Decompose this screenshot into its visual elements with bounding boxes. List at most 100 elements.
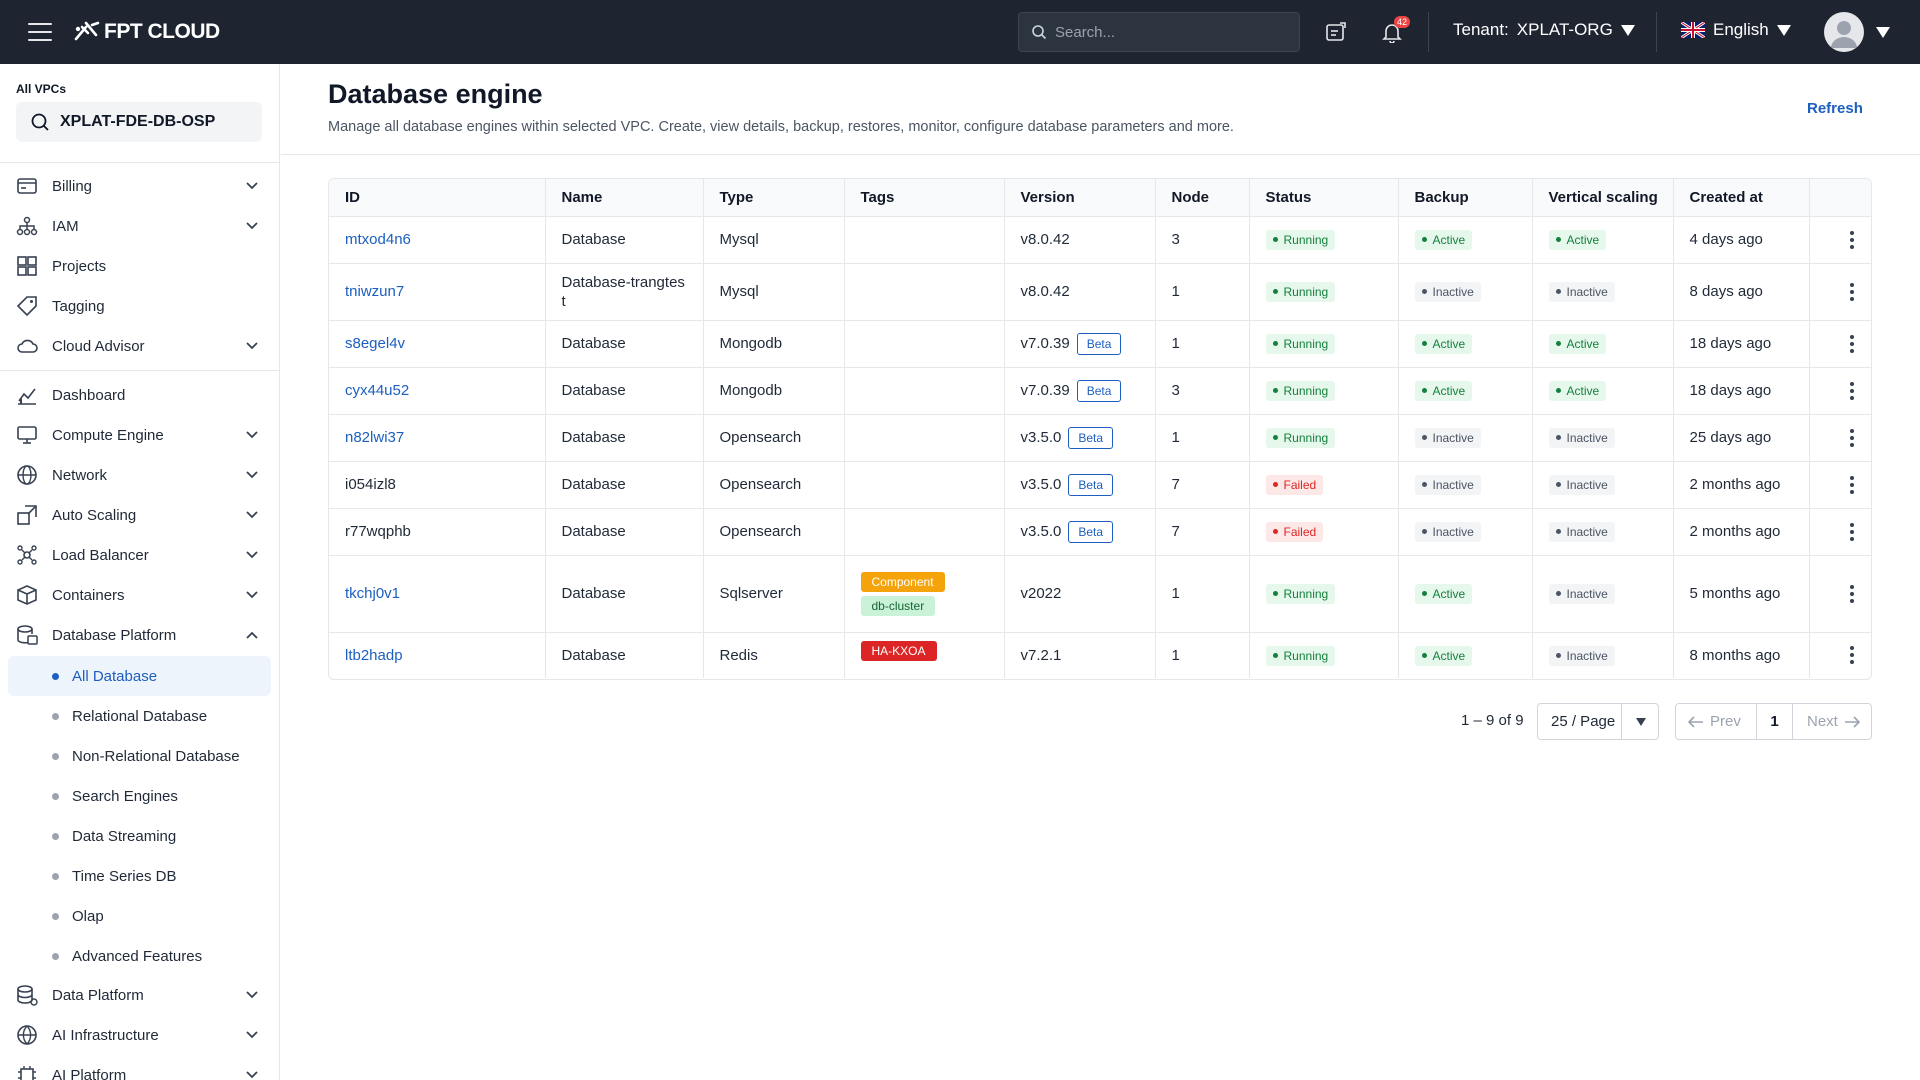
more-actions-icon[interactable]: [1842, 379, 1862, 403]
sidebar-item-billing[interactable]: Billing: [16, 168, 264, 204]
sidebar-item-ai-platform[interactable]: AI Platform: [16, 1057, 264, 1080]
sidebar-subitem-time-series-db[interactable]: Time Series DB: [8, 856, 271, 896]
more-actions-icon[interactable]: [1842, 643, 1862, 667]
more-actions-icon[interactable]: [1842, 473, 1862, 497]
chevron-down-icon[interactable]: [244, 218, 260, 238]
notification-bell[interactable]: 42: [1380, 16, 1410, 44]
more-actions-icon[interactable]: [1842, 582, 1862, 606]
backup-text: Active: [1432, 648, 1466, 663]
backup-badge: Inactive: [1414, 281, 1481, 302]
sidebar-subitem-data-streaming[interactable]: Data Streaming: [8, 816, 271, 856]
menu-icon[interactable]: [28, 23, 52, 41]
backup-badge: Active: [1414, 333, 1473, 354]
more-actions-icon[interactable]: [1842, 426, 1862, 450]
chevron-down-icon[interactable]: [244, 987, 260, 1007]
sidebar-item-containers[interactable]: Containers: [16, 577, 264, 613]
sidebar-item-dashboard[interactable]: Dashboard: [16, 377, 264, 413]
uk-flag-icon: [1681, 22, 1705, 38]
search-input[interactable]: [1055, 23, 1275, 41]
chevron-down-icon[interactable]: [244, 427, 260, 447]
database-id-link[interactable]: tkchj0v1: [345, 585, 400, 602]
container-icon: [16, 584, 38, 606]
sidebar-item-data-platform[interactable]: Data Platform: [16, 977, 264, 1013]
chevron-down-icon[interactable]: [244, 178, 260, 198]
tenant-selector[interactable]: Tenant: XPLAT-ORG: [1453, 20, 1635, 40]
chevron-down-icon[interactable]: [244, 467, 260, 487]
status-text: Running: [1283, 430, 1329, 445]
support-ticket-icon[interactable]: [1324, 20, 1348, 44]
database-id-link[interactable]: ltb2hadp: [345, 647, 403, 664]
chevron-down-icon[interactable]: [244, 507, 260, 527]
sidebar-item-compute-engine[interactable]: Compute Engine: [16, 417, 264, 453]
sidebar-item-label: AI Platform: [52, 1066, 127, 1080]
beta-badge: Beta: [1076, 379, 1122, 402]
logo-mark-icon: [74, 21, 100, 41]
sidebar-subitem-all-database[interactable]: All Database: [8, 656, 271, 696]
vertical-scaling-badge: Active: [1548, 333, 1607, 354]
sidebar-subitem-advanced-features[interactable]: Advanced Features: [8, 936, 271, 976]
vpc-selector[interactable]: XPLAT-FDE-DB-OSP: [16, 102, 262, 142]
status-badge: Running: [1265, 645, 1336, 666]
ai-platform-icon: [16, 1064, 38, 1080]
cell-backup: Inactive: [1398, 263, 1533, 321]
status-text: Running: [1283, 232, 1329, 247]
cell-status: Running: [1249, 216, 1399, 264]
table-row: s8egel4v Database Mongodb v7.0.39 Beta 1 Runni…: [329, 320, 1871, 368]
more-actions-icon[interactable]: [1842, 280, 1862, 304]
language-selector[interactable]: English: [1681, 20, 1791, 40]
prev-page-button[interactable]: Prev: [1676, 704, 1757, 739]
page-size-select[interactable]: 25 / Page: [1537, 703, 1659, 740]
refresh-button[interactable]: Refresh: [1807, 100, 1863, 117]
status-dot: [1421, 482, 1427, 488]
chevron-up-icon[interactable]: [244, 627, 260, 647]
sidebar-item-network[interactable]: Network: [16, 457, 264, 493]
sidebar-item-tagging[interactable]: Tagging: [16, 288, 264, 324]
sidebar-item-iam[interactable]: IAM: [16, 208, 264, 244]
cell-version: v7.2.1: [1004, 632, 1156, 678]
logo[interactable]: FPT CLOUD: [74, 20, 220, 44]
vpc-value: XPLAT-FDE-DB-OSP: [60, 113, 216, 130]
chevron-down-icon[interactable]: [244, 338, 260, 358]
sidebar-subitem-search-engines[interactable]: Search Engines: [8, 776, 271, 816]
cell-vertical-scaling: Inactive: [1532, 632, 1674, 678]
status-badge: Running: [1265, 333, 1336, 354]
cell-name: Database: [545, 508, 704, 556]
database-id-link[interactable]: mtxod4n6: [345, 231, 411, 248]
status-dot: [1421, 435, 1427, 441]
database-id-link[interactable]: n82lwi37: [345, 429, 404, 446]
cell-vertical-scaling: Inactive: [1532, 414, 1674, 462]
page-number-button[interactable]: 1: [1757, 704, 1793, 739]
more-actions-icon[interactable]: [1842, 520, 1862, 544]
database-id-link[interactable]: cyx44u52: [345, 382, 409, 399]
database-id-link[interactable]: s8egel4v: [345, 335, 405, 352]
avatar[interactable]: [1824, 12, 1864, 52]
status-dot: [1555, 435, 1561, 441]
sidebar-item-ai-infrastructure[interactable]: AI Infrastructure: [16, 1017, 264, 1053]
cell-created-at: 2 months ago: [1673, 508, 1810, 556]
sidebar-subitem-relational-database[interactable]: Relational Database: [8, 696, 271, 736]
more-actions-icon[interactable]: [1842, 228, 1862, 252]
cell-status: Running: [1249, 632, 1399, 678]
next-page-button[interactable]: Next: [1793, 704, 1871, 739]
sidebar-item-auto-scaling[interactable]: Auto Scaling: [16, 497, 264, 533]
cell-vertical-scaling: Active: [1532, 367, 1674, 415]
sidebar-item-cloud-advisor[interactable]: Cloud Advisor: [16, 328, 264, 364]
more-actions-icon[interactable]: [1842, 332, 1862, 356]
vertical-scaling-badge: Active: [1548, 229, 1607, 250]
sidebar-item-database-platform[interactable]: Database Platform: [16, 617, 264, 653]
sidebar-item-projects[interactable]: Projects: [16, 248, 264, 284]
avatar-caret-icon[interactable]: [1876, 27, 1890, 38]
sidebar-item-load-balancer[interactable]: Load Balancer: [16, 537, 264, 573]
sidebar-subitem-non-relational-database[interactable]: Non-Relational Database: [8, 736, 271, 776]
sidebar-item-label: Network: [52, 466, 108, 484]
status-dot: [1272, 237, 1278, 243]
sidebar-subitem-olap[interactable]: Olap: [8, 896, 271, 936]
database-id-link[interactable]: tniwzun7: [345, 283, 404, 300]
chevron-down-icon[interactable]: [244, 547, 260, 567]
chevron-down-icon[interactable]: [244, 1067, 260, 1080]
chevron-down-icon[interactable]: [244, 1027, 260, 1047]
database-name: Database: [561, 429, 626, 446]
cell-version: v2022: [1004, 555, 1156, 633]
chevron-down-icon[interactable]: [244, 587, 260, 607]
global-search[interactable]: [1018, 12, 1300, 52]
